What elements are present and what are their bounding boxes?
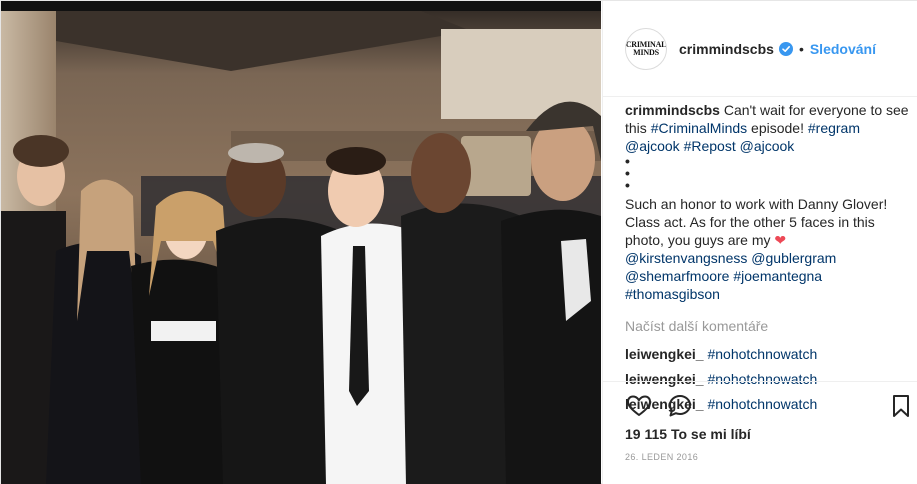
post-actions: 19 115 To se mi líbí 26. LEDEN 2016 (603, 381, 917, 484)
hashtag-link[interactable]: #CriminalMinds (651, 120, 747, 136)
follow-button[interactable]: Sledování (810, 41, 876, 57)
bookmark-icon[interactable] (887, 392, 915, 420)
hashtag-link[interactable]: #thomasgibson (625, 286, 720, 302)
post-sidebar: CRIMINAL MINDS crimmindscbs • Sledování … (602, 1, 917, 484)
caption-text: Such an honor to work with Danny Glover!… (625, 196, 888, 248)
comment-username[interactable]: leiwengkei_ (625, 346, 704, 362)
heart-icon[interactable] (625, 392, 653, 420)
mention-link[interactable]: @kirstenvangsness (625, 250, 747, 266)
comments-section: crimmindscbs Can't wait for everyone to … (625, 97, 911, 420)
avatar[interactable]: CRIMINAL MINDS (625, 27, 667, 70)
username-link[interactable]: crimmindscbs (679, 41, 774, 57)
mention-link[interactable]: @ajcook (625, 138, 680, 154)
heart-emoji: ❤ (774, 232, 787, 248)
likes-label: To se mi líbí (670, 426, 751, 442)
post-header: CRIMINAL MINDS crimmindscbs • Sledování (603, 1, 917, 97)
hashtag-link[interactable]: #joemantegna (733, 268, 822, 284)
load-more-comments-link[interactable]: Načíst další komentáře (625, 317, 911, 335)
post-date[interactable]: 26. LEDEN 2016 (625, 452, 698, 462)
avatar-logo-line2: MINDS (633, 47, 659, 57)
caption-text: episode! (747, 120, 808, 136)
mention-link[interactable]: @gublergram (751, 250, 836, 266)
mention-link[interactable]: @shemarfmoore (625, 268, 729, 284)
caption: crimmindscbs Can't wait for everyone to … (625, 101, 911, 155)
caption-username[interactable]: crimmindscbs (625, 102, 720, 118)
likes-number: 19 115 (625, 426, 668, 442)
caption-dots: • • • (625, 153, 632, 193)
comment-icon[interactable] (666, 392, 694, 420)
hashtag-link[interactable]: #Repost (684, 138, 736, 154)
likes-count[interactable]: 19 115 To se mi líbí (625, 426, 751, 442)
verified-badge-icon (778, 41, 793, 56)
caption-paragraph-2: Such an honor to work with Danny Glover!… (625, 195, 911, 303)
instagram-post: CRIMINAL MINDS crimmindscbs • Sledování … (0, 0, 917, 484)
mention-link[interactable]: @ajcook (740, 138, 795, 154)
group-photo-illustration (1, 1, 601, 484)
hashtag-link[interactable]: #regram (808, 120, 860, 136)
comment-item: leiwengkei_ #nohotchnowatch (625, 345, 911, 363)
separator-dot: • (798, 40, 804, 57)
hashtag-link[interactable]: #nohotchnowatch (707, 346, 817, 362)
post-photo[interactable] (1, 1, 601, 484)
